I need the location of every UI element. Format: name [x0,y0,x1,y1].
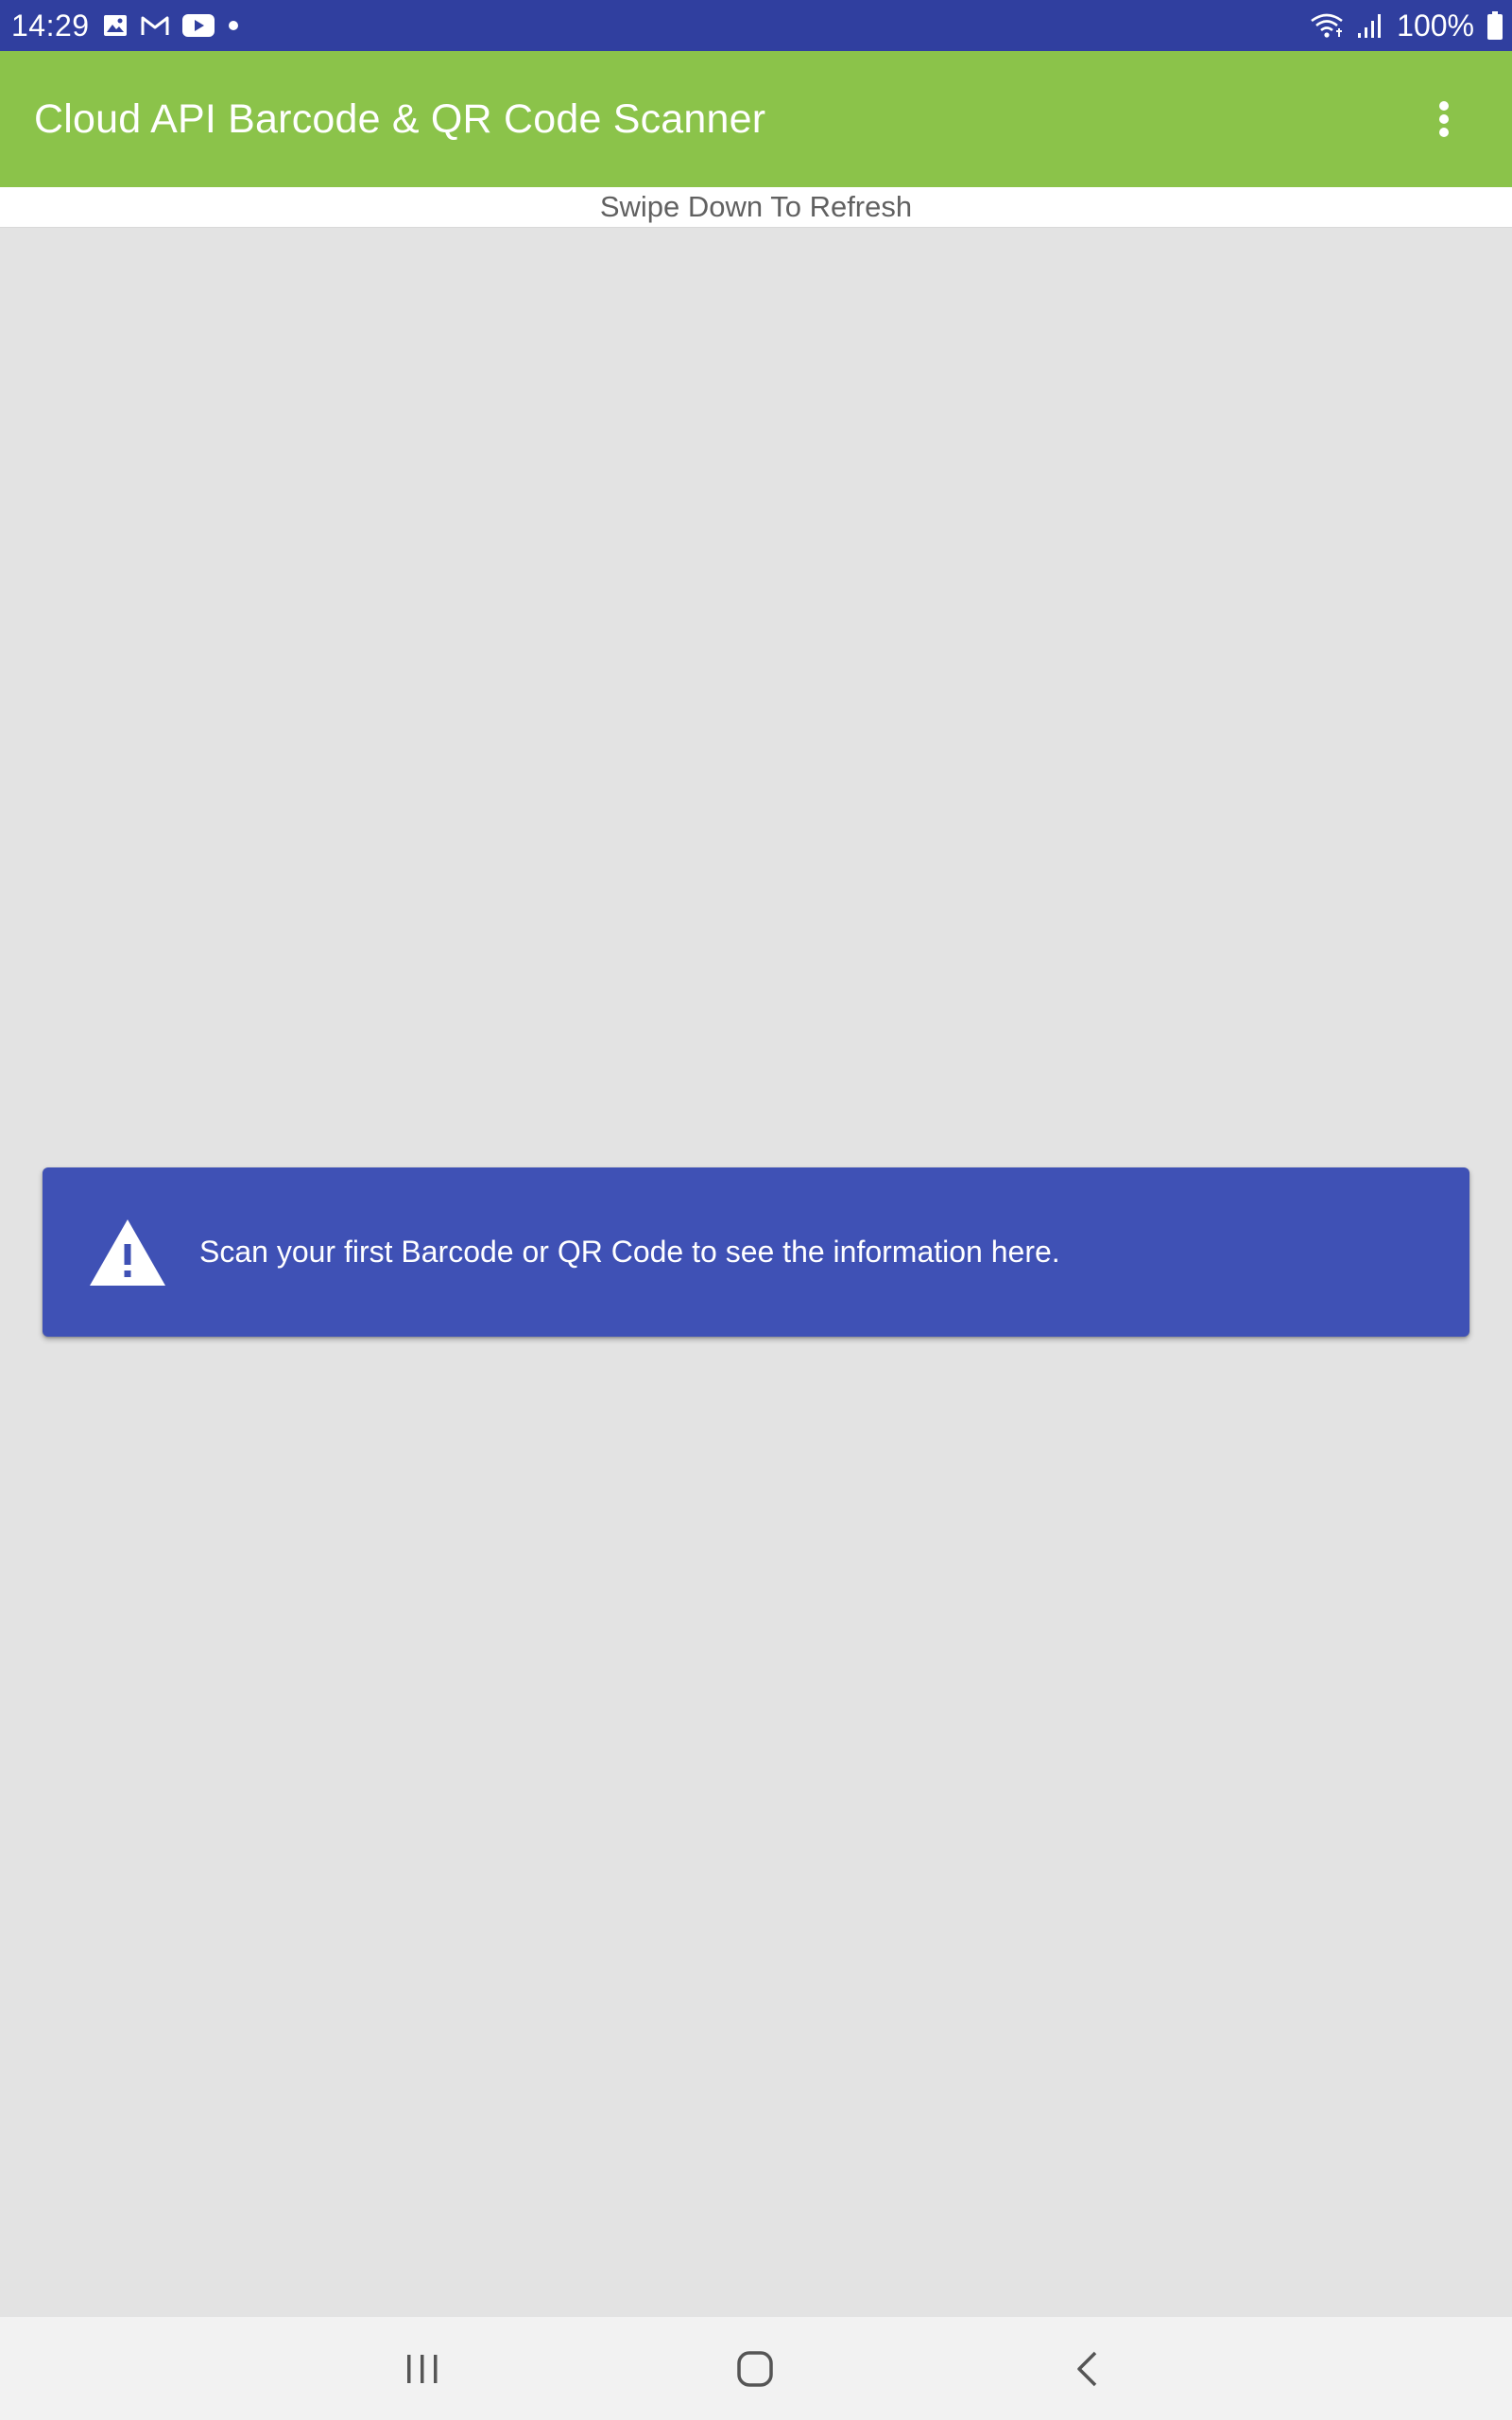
status-time: 14:29 [11,8,90,43]
notification-dot-icon [228,20,239,31]
gallery-icon [103,14,128,37]
youtube-icon [181,14,215,37]
back-button[interactable] [1030,2317,1143,2420]
status-bar: 14:29 100% [0,0,1512,51]
swipe-to-refresh-hint: Swipe Down To Refresh [0,187,1512,228]
empty-state-card: Scan your first Barcode or QR Code to se… [43,1167,1469,1337]
recents-icon [405,2353,439,2385]
wifi-icon [1310,12,1344,39]
status-right: 100% [1310,9,1503,43]
navigation-bar [0,2317,1512,2420]
app-title: Cloud API Barcode & QR Code Scanner [34,95,766,142]
signal-icon [1357,12,1383,39]
app-bar: Cloud API Barcode & QR Code Scanner [0,51,1512,187]
warning-icon [88,1218,167,1288]
battery-icon [1487,11,1503,40]
app-screen: 14:29 100% Cloud API Barcode & QR Code S… [0,0,1512,2420]
empty-state-message: Scan your first Barcode or QR Code to se… [199,1235,1060,1269]
home-button[interactable] [698,2317,812,2420]
status-left: 14:29 [11,9,239,43]
back-icon [1074,2350,1099,2388]
gmail-icon [141,15,169,36]
home-icon [736,2350,774,2388]
more-vert-icon [1437,100,1451,138]
overflow-menu-button[interactable] [1414,74,1474,164]
recents-button[interactable] [366,2317,479,2420]
battery-percentage: 100% [1397,8,1474,43]
